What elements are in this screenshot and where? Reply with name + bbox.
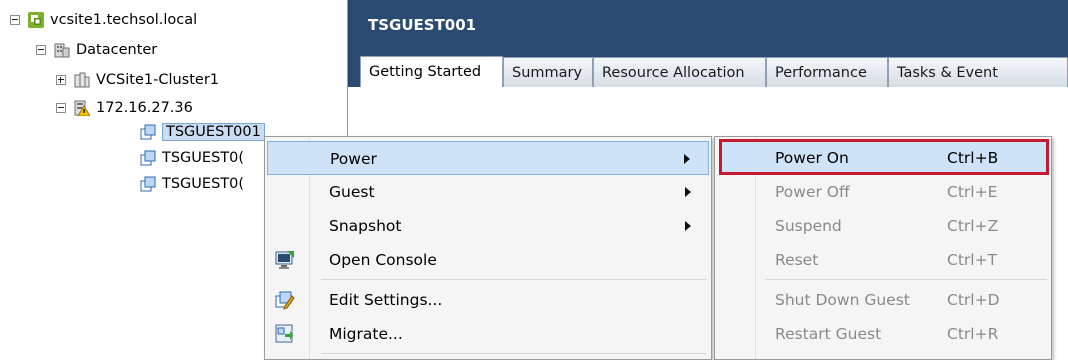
tree-node-label: Datacenter: [76, 42, 158, 58]
menu-item-power[interactable]: Power: [267, 141, 709, 175]
vm-header: TSGUEST001 Getting Started Summary Resou…: [348, 0, 1068, 88]
menu-item-snapshot[interactable]: Snapshot: [267, 209, 709, 243]
menu-item-shortcut: Ctrl+Z: [947, 217, 999, 235]
tree-node-label: VCSite1-Cluster1: [96, 72, 220, 88]
tree-node-label: TSGUEST001: [162, 123, 265, 141]
collapse-toggle-icon[interactable]: [56, 103, 66, 113]
menu-item-label: Power On: [775, 149, 849, 167]
menu-item-shortcut: Ctrl+B: [947, 149, 999, 167]
menu-separator: [321, 353, 707, 354]
tree-node-label: TSGUEST0(: [162, 176, 245, 192]
tree-node-label: 172.16.27.36: [96, 100, 193, 116]
tab-summary[interactable]: Summary: [503, 57, 593, 87]
submenu-arrow-icon: [684, 154, 690, 164]
tree-node-vm-selected[interactable]: TSGUEST001: [140, 122, 265, 142]
host-warning-icon: [74, 100, 90, 116]
tree-node-vcenter[interactable]: vcsite1.techsol.local: [10, 10, 197, 30]
tree-node-host[interactable]: 172.16.27.36: [56, 98, 193, 118]
menu-item-open-console[interactable]: Open Console: [267, 243, 709, 277]
collapse-toggle-icon[interactable]: [10, 15, 20, 25]
menu-item-label: Edit Settings...: [329, 291, 443, 309]
expand-toggle-icon[interactable]: [56, 75, 66, 85]
menu-item-shortcut: Ctrl+E: [947, 183, 998, 201]
tab-resource-allocation[interactable]: Resource Allocation: [593, 57, 766, 87]
edit-settings-icon: [275, 291, 295, 310]
datacenter-icon: [54, 43, 70, 58]
menu-item-restart-guest: Restart Guest Ctrl+R: [717, 317, 1049, 351]
vcenter-icon: [28, 12, 44, 28]
migrate-icon: [275, 324, 293, 343]
collapse-toggle-icon[interactable]: [36, 45, 46, 55]
vm-title: TSGUEST001: [368, 16, 477, 34]
menu-item-edit-settings[interactable]: Edit Settings...: [267, 283, 709, 317]
power-submenu: Power On Ctrl+B Power Off Ctrl+E Suspend…: [714, 136, 1052, 360]
tree-node-vm[interactable]: TSGUEST0(: [140, 174, 244, 194]
menu-item-label: Power Off: [775, 183, 850, 201]
tab-tasks-events[interactable]: Tasks & Event: [888, 57, 1068, 87]
menu-item-power-on[interactable]: Power On Ctrl+B: [717, 141, 1049, 175]
vm-context-menu: Power Guest Snapshot Open Console Edit S…: [264, 136, 712, 360]
vm-icon: [140, 150, 156, 166]
menu-item-label: Open Console: [329, 251, 437, 269]
tab-getting-started[interactable]: Getting Started: [360, 56, 503, 88]
menu-item-suspend: Suspend Ctrl+Z: [717, 209, 1049, 243]
menu-item-label: Suspend: [775, 217, 842, 235]
menu-item-label: Guest: [329, 183, 375, 201]
menu-item-label: Migrate...: [329, 325, 403, 343]
cluster-icon: [74, 72, 90, 88]
menu-item-label: Power: [330, 150, 377, 168]
vm-icon: [140, 124, 156, 140]
menu-item-label: Snapshot: [329, 217, 402, 235]
tree-node-datacenter[interactable]: Datacenter: [36, 40, 157, 60]
menu-item-reset: Reset Ctrl+T: [717, 243, 1049, 277]
menu-separator: [765, 279, 1047, 280]
menu-item-shortcut: Ctrl+D: [947, 291, 1000, 309]
menu-item-shut-down-guest: Shut Down Guest Ctrl+D: [717, 283, 1049, 317]
menu-item-shortcut: Ctrl+R: [947, 325, 999, 343]
console-icon: [275, 251, 294, 269]
menu-item-guest[interactable]: Guest: [267, 175, 709, 209]
tab-performance[interactable]: Performance: [766, 57, 888, 87]
tab-underline: [348, 87, 1068, 88]
tree-node-cluster[interactable]: VCSite1-Cluster1: [56, 70, 219, 90]
menu-separator: [321, 279, 707, 280]
vm-icon: [140, 176, 156, 192]
menu-item-migrate[interactable]: Migrate...: [267, 317, 709, 351]
tree-node-label: vcsite1.techsol.local: [50, 12, 198, 28]
submenu-arrow-icon: [685, 187, 691, 197]
menu-item-shortcut: Ctrl+T: [947, 251, 998, 269]
menu-item-label: Reset: [775, 251, 819, 269]
menu-item-power-off: Power Off Ctrl+E: [717, 175, 1049, 209]
menu-item-label: Restart Guest: [775, 325, 882, 343]
menu-item-label: Shut Down Guest: [775, 291, 910, 309]
tree-node-label: TSGUEST0(: [162, 150, 245, 166]
submenu-arrow-icon: [685, 221, 691, 231]
tree-node-vm[interactable]: TSGUEST0(: [140, 148, 244, 168]
